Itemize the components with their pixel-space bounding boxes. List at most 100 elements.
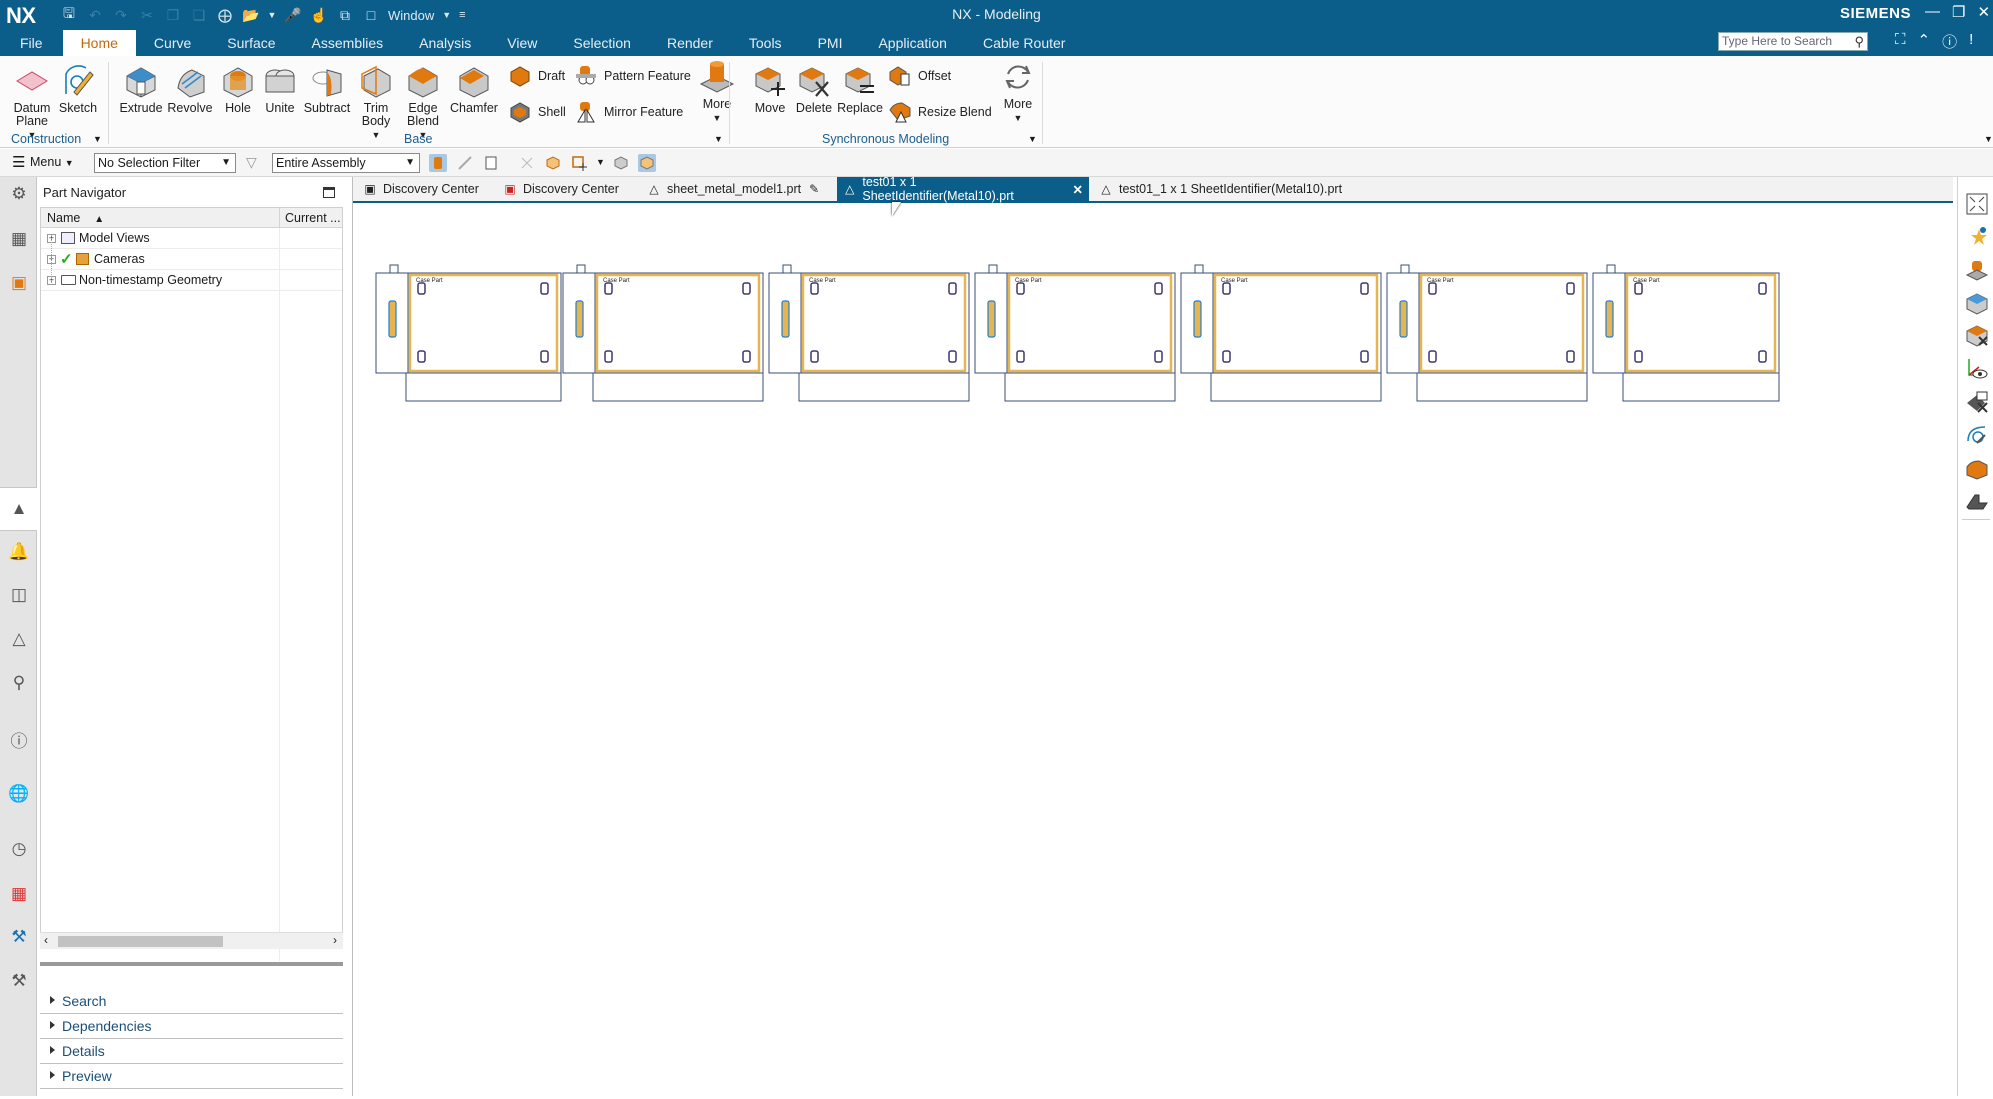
tab-assemblies[interactable]: Assemblies: [294, 30, 402, 56]
tab-cable-router[interactable]: Cable Router: [965, 30, 1084, 56]
sheet-metal-tab-icon[interactable]: [1965, 489, 1989, 513]
web-browser-icon[interactable]: ⚲: [7, 671, 31, 695]
tab-home[interactable]: Home: [62, 30, 136, 56]
group-dropdown-icon[interactable]: ▼: [714, 134, 723, 144]
favorites-star-icon[interactable]: [1965, 225, 1989, 249]
collapse-ribbon-icon[interactable]: ⌃: [1918, 31, 1931, 52]
mirror-feature-button[interactable]: Mirror Feature: [574, 100, 683, 124]
tree-row-cameras[interactable]: + ✓ Cameras: [41, 249, 342, 270]
edit-section-icon[interactable]: [1965, 423, 1989, 447]
offset-region-button[interactable]: Offset: [888, 64, 951, 88]
unite-button[interactable]: Unite: [260, 64, 300, 115]
reuse-library-icon[interactable]: ◫: [7, 583, 31, 607]
sketch-button[interactable]: Sketch: [58, 64, 98, 115]
select-body-icon[interactable]: [544, 154, 562, 172]
doc-tab-discovery-center-1[interactable]: ▣ Discovery Center: [357, 177, 485, 201]
tree-row-model-views[interactable]: + Model Views: [41, 228, 342, 249]
hide-pmi-icon[interactable]: [1965, 389, 1989, 413]
doc-tab-test01[interactable]: △ test01 x 1 SheetIdentifier(Metal10).prt…: [837, 175, 1089, 203]
subtract-button[interactable]: Subtract: [302, 64, 352, 115]
group-dropdown-icon[interactable]: ▼: [93, 134, 102, 144]
part-navigator-icon[interactable]: ▲: [7, 497, 31, 521]
close-icon[interactable]: ✕: [1977, 3, 1990, 21]
menu-icon[interactable]: ☰: [12, 153, 25, 171]
search-icon[interactable]: ⚲: [1854, 33, 1864, 50]
shaded-body-icon[interactable]: [1965, 457, 1989, 481]
tab-view[interactable]: View: [489, 30, 555, 56]
minimize-icon[interactable]: —: [1925, 3, 1940, 21]
extrude-tool-icon[interactable]: [1965, 291, 1989, 315]
web-globe-icon[interactable]: 🌐: [7, 782, 31, 806]
tab-application[interactable]: Application: [860, 30, 965, 56]
hd3d-tools-icon[interactable]: △: [7, 627, 31, 651]
section-preview[interactable]: Preview: [40, 1064, 343, 1089]
show-hide-icon[interactable]: [612, 154, 630, 172]
close-tab-icon[interactable]: ✕: [1073, 182, 1083, 197]
command-search-input[interactable]: Type Here to Search ⚲: [1718, 32, 1868, 51]
resize-blend-button[interactable]: Resize Blend: [888, 100, 992, 124]
notifications-bell-icon[interactable]: 🔔: [7, 540, 31, 564]
fit-view-icon[interactable]: [1965, 192, 1989, 216]
tab-selection[interactable]: Selection: [555, 30, 649, 56]
sheet-metal-flat-pattern-view[interactable]: Case Part Case Part Case Part Case Part Case…: [353, 203, 1957, 1096]
ribbon-options-icon[interactable]: ▼: [1984, 134, 1993, 144]
section-details[interactable]: Details: [40, 1039, 343, 1064]
tab-pmi[interactable]: PMI: [800, 30, 861, 56]
tab-file[interactable]: File: [0, 30, 63, 56]
info-icon[interactable]: ⓘ: [7, 727, 31, 751]
tab-analysis[interactable]: Analysis: [401, 30, 489, 56]
column-header-name[interactable]: Name ▲: [47, 211, 104, 225]
settings-gear-icon[interactable]: ⚙: [7, 182, 31, 206]
tree-row-non-timestamp-geometry[interactable]: + Non-timestamp Geometry: [41, 270, 342, 291]
datum-plane-button[interactable]: Datum Plane ▼: [10, 64, 54, 142]
process-studio-icon[interactable]: ⚒: [7, 925, 31, 949]
doc-tab-test01-1[interactable]: △ test01_1 x 1 SheetIdentifier(Metal10).p…: [1093, 177, 1348, 201]
history-clock-icon[interactable]: ◷: [7, 837, 31, 861]
sync-more-button[interactable]: More ▼: [998, 60, 1038, 125]
tab-render[interactable]: Render: [649, 30, 731, 56]
scroll-right-icon[interactable]: ›: [333, 933, 337, 947]
base-more-button[interactable]: More ▼: [696, 60, 738, 125]
full-screen-icon[interactable]: ⛶: [1895, 31, 1906, 52]
help-icon[interactable]: ⓘ: [1942, 31, 1957, 52]
replace-face-button[interactable]: Replace: [836, 64, 884, 115]
draft-button[interactable]: Draft: [508, 64, 565, 88]
feature-tools-icon[interactable]: [1965, 259, 1989, 283]
checkmark-icon[interactable]: ✓: [60, 250, 73, 268]
palette-icon[interactable]: ▦: [7, 882, 31, 906]
roles-tools-icon[interactable]: ⚒: [7, 969, 31, 993]
hole-button[interactable]: Hole: [218, 64, 258, 115]
show-csys-icon[interactable]: [1965, 357, 1989, 381]
group-dropdown-icon[interactable]: ▼: [1028, 134, 1037, 144]
restore-icon[interactable]: ❐: [1952, 3, 1965, 21]
select-assembly-icon[interactable]: [638, 154, 656, 172]
selection-scope-dropdown[interactable]: Entire Assembly ▼: [272, 153, 420, 173]
maximize-panel-icon[interactable]: [323, 187, 335, 198]
tab-surface[interactable]: Surface: [209, 30, 293, 56]
chevron-down-icon[interactable]: ▼: [596, 157, 605, 167]
graphics-window[interactable]: Case Part Case Part Case Part Case Part Case…: [353, 203, 1957, 1096]
edge-blend-button[interactable]: Edge Blend ▼: [401, 64, 445, 142]
doc-tab-sheet-metal-model1[interactable]: △ sheet_metal_model1.prt ✎: [641, 177, 827, 201]
extrude-button[interactable]: Extrude: [118, 64, 164, 115]
panel-splitter[interactable]: [40, 962, 343, 966]
move-face-button[interactable]: Move: [748, 64, 792, 115]
delete-face-button[interactable]: Delete: [792, 64, 836, 115]
constraint-navigator-icon[interactable]: ▣: [7, 271, 31, 295]
scrollbar-thumb[interactable]: [58, 936, 223, 947]
snap-point-icon[interactable]: [518, 154, 536, 172]
select-pins-icon[interactable]: [456, 154, 474, 172]
menu-button[interactable]: Menu ▼: [30, 155, 74, 169]
tab-tools[interactable]: Tools: [731, 30, 800, 56]
delete-body-icon[interactable]: [1965, 323, 1989, 347]
tab-curve[interactable]: Curve: [136, 30, 209, 56]
revolve-button[interactable]: Revolve: [166, 64, 214, 115]
trim-body-button[interactable]: Trim Body ▼: [356, 64, 396, 142]
column-header-current[interactable]: Current ...: [285, 211, 341, 225]
section-dependencies[interactable]: Dependencies: [40, 1014, 343, 1039]
alert-icon[interactable]: !: [1969, 31, 1973, 52]
scroll-left-icon[interactable]: ‹: [44, 933, 48, 947]
selection-filter-dropdown[interactable]: No Selection Filter ▼: [94, 153, 236, 173]
section-search[interactable]: Search: [40, 989, 343, 1014]
pattern-feature-button[interactable]: Pattern Feature: [574, 64, 691, 88]
